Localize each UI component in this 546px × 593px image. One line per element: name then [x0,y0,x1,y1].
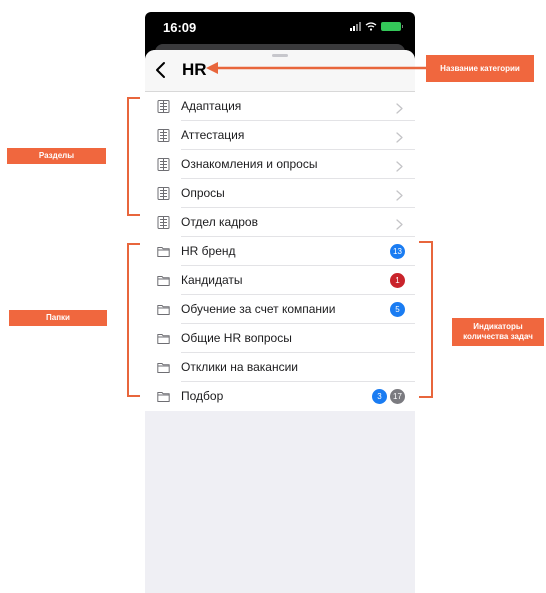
sections-callout: Разделы [7,148,106,164]
section-label: Ознакомления и опросы [181,157,318,171]
navigation-bar: HR [145,50,415,92]
folder-row[interactable]: Подбор 3 17 [145,382,415,411]
wifi-icon [365,22,377,31]
folder-label: HR бренд [181,244,236,258]
task-count-badge: 5 [390,302,405,317]
sheet-grabber[interactable] [272,54,288,57]
list-icon [157,187,170,200]
indicators-callout: Индикаторы количества задач [452,318,544,346]
indicators-bracket [419,241,433,398]
section-row[interactable]: Опросы [145,179,415,208]
folder-label: Отклики на вакансии [181,360,298,374]
section-label: Аттестация [181,128,245,142]
folder-row[interactable]: Обучение за счет компании 5 [145,295,415,324]
list-icon [157,158,170,171]
folder-icon [157,332,170,345]
section-row[interactable]: Адаптация [145,92,415,121]
sections-bracket [127,97,140,216]
folders-callout: Папки [9,310,107,326]
folders-bracket [127,243,140,397]
folder-icon [157,390,170,403]
folder-row[interactable]: HR бренд 13 [145,237,415,266]
folder-icon [157,303,170,316]
folder-icon [157,361,170,374]
task-count-badge: 13 [390,244,405,259]
chevron-right-icon [396,159,403,172]
chevron-right-icon [396,101,403,114]
category-list: Адаптация Аттестация Ознакомления и опросы… [145,92,415,411]
status-time: 16:09 [163,20,197,35]
task-count-badge: 17 [390,389,405,404]
folder-row[interactable]: Общие HR вопросы [145,324,415,353]
chevron-right-icon [396,188,403,201]
annotated-screenshot: 16:09 HR Адаптация Аттестация Ознакомлен… [0,0,546,593]
section-label: Отдел кадров [181,215,258,229]
folder-icon [157,245,170,258]
section-label: Адаптация [181,99,242,113]
folder-label: Обучение за счет компании [181,302,336,316]
folder-icon [157,274,170,287]
battery-icon [381,22,403,31]
task-count-badge: 1 [390,273,405,288]
category-title: HR [182,60,207,79]
status-icons [350,22,403,31]
folder-row[interactable]: Кандидаты 1 [145,266,415,295]
folder-label: Подбор [181,389,224,403]
folder-row[interactable]: Отклики на вакансии [145,353,415,382]
list-icon [157,129,170,142]
list-icon [157,216,170,229]
signal-icon [350,22,361,31]
task-count-badge: 3 [372,389,387,404]
section-label: Опросы [181,186,225,200]
folder-label: Общие HR вопросы [181,331,292,345]
chevron-right-icon [396,217,403,230]
chevron-right-icon [396,130,403,143]
folder-label: Кандидаты [181,273,243,287]
section-row[interactable]: Аттестация [145,121,415,150]
status-bar: 16:09 [145,12,415,44]
chevron-left-icon[interactable] [151,59,171,81]
modal-sheet: HR Адаптация Аттестация Ознакомления и опр… [145,50,415,593]
category-name-callout: Название категории [426,55,534,82]
list-icon [157,100,170,113]
section-row[interactable]: Ознакомления и опросы [145,150,415,179]
section-row[interactable]: Отдел кадров [145,208,415,237]
phone-screen: 16:09 HR Адаптация Аттестация Ознакомлен… [145,12,415,593]
